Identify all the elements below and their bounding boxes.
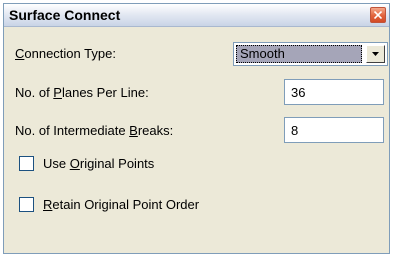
dropdown-arrow-button[interactable] (366, 45, 385, 63)
use-original-points-label[interactable]: Use Original Points (43, 156, 154, 171)
close-icon (374, 11, 382, 19)
connection-type-select[interactable]: Smooth (233, 42, 388, 66)
intermediate-breaks-label: No. of Intermediate Breaks: (15, 123, 174, 138)
title-bar[interactable]: Surface Connect (4, 4, 389, 27)
connection-type-label: Connection Type: (15, 46, 116, 61)
close-button[interactable] (370, 7, 386, 23)
use-original-points-checkbox[interactable] (19, 156, 34, 171)
intermediate-breaks-input[interactable]: 8 (284, 117, 384, 143)
planes-per-line-label: No. of Planes Per Line: (15, 85, 149, 100)
chevron-down-icon (372, 52, 379, 56)
surface-connect-dialog: Surface Connect Connection Type: Smooth … (3, 3, 390, 254)
retain-point-order-checkbox[interactable] (19, 197, 34, 212)
window-title: Surface Connect (9, 7, 121, 23)
planes-per-line-input[interactable]: 36 (284, 79, 384, 105)
retain-point-order-label[interactable]: Retain Original Point Order (43, 197, 199, 212)
connection-type-selected: Smooth (236, 45, 362, 63)
